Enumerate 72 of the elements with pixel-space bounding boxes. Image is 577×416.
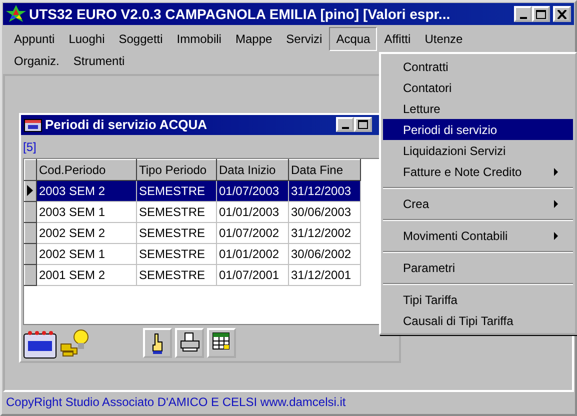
table-cell: 2001 SEM 2 [36,264,136,286]
table-row[interactable]: 2001 SEM 2 SEMESTRE 01/07/2001 31/12/2001 [24,264,360,286]
menu-item[interactable]: Acqua [329,27,378,51]
menu-entry[interactable]: Causali di Tipi Tariffa [383,310,573,331]
menu-item[interactable]: Mappe [228,27,280,51]
column-header[interactable]: Tipo Periodo [136,159,216,180]
minimize-icon [520,16,526,18]
window-title: UTS32 EURO V2.0.3 CAMPAGNOLA EMILIA [pino] [Valori espr... [29,4,452,24]
table-cell: 2003 SEM 1 [36,201,136,222]
menu-item[interactable]: Immobili [170,27,228,51]
table-cell: 31/12/2001 [288,264,360,286]
close-icon [557,10,567,18]
menu-entry[interactable]: Fatture e Note Credito [383,161,573,182]
close-button[interactable] [553,6,571,22]
menu-entry[interactable]: Contratti [383,56,573,77]
maximize-icon [358,120,368,130]
table-row[interactable]: 2002 SEM 2 SEMESTRE 01/07/2002 31/12/2002 [24,222,360,244]
table-row[interactable]: 2003 SEM 2 SEMESTRE 01/07/2003 31/12/2003 [24,180,360,202]
copyright-text: CopyRight Studio Associato D'AMICO E CELSI www.damcelsi.it [6,394,346,411]
menu-item[interactable]: Luoghi [62,27,112,51]
column-header[interactable]: Data Fine [288,159,360,180]
table-cell: 01/07/2002 [216,222,288,244]
table-cell: 2002 SEM 1 [36,243,136,264]
column-header[interactable]: Data Inizio [216,159,288,180]
minimize-button[interactable] [336,117,354,132]
menu-item[interactable]: Servizi [279,27,330,51]
table-button[interactable] [207,328,236,358]
menu-item[interactable]: Affitti [377,27,418,51]
tap-and-bulb-icon [59,328,91,358]
table-cell: 2003 SEM 2 [36,180,136,202]
minimize-icon [342,127,348,130]
table-cell: 31/12/2003 [288,180,360,202]
menu-entry[interactable]: Periodi di servizio [383,119,573,140]
table-cell: 2002 SEM 2 [36,222,136,244]
table-cell: SEMESTRE [136,243,216,264]
table-cell: SEMESTRE [136,222,216,244]
row-pointer-icon [27,185,34,196]
menu-item[interactable]: Appunti [7,27,62,51]
table-cell: 01/01/2003 [216,201,288,222]
table-cell: 01/07/2001 [216,264,288,286]
menu-entry[interactable]: Contatori [383,77,573,98]
hand-button[interactable] [143,328,172,358]
table-cell: 31/12/2002 [288,222,360,244]
menu-entry[interactable]: Movimenti Contabili [383,225,573,246]
column-header[interactable]: Cod.Periodo [36,159,136,180]
maximize-button[interactable] [532,6,550,22]
menu-item[interactable]: Strumenti [66,49,132,73]
menu-entry[interactable]: Letture [383,98,573,119]
star-logo-icon [6,5,26,23]
table-cell: SEMESTRE [136,180,216,202]
menu-entry[interactable]: Liquidazioni Servizi [383,140,573,161]
table-row[interactable]: 2002 SEM 1 SEMESTRE 01/01/2002 30/06/2002 [24,243,360,264]
menu-entry[interactable]: Tipi Tariffa [383,289,573,310]
printer-button[interactable] [175,328,204,358]
calendar-icon [24,118,42,132]
menu-entry[interactable]: Parametri [383,257,573,278]
window-title: Periodi di servizio ACQUA [45,116,208,134]
menu-item[interactable]: Soggetti [112,27,170,51]
menu-entry[interactable]: Crea [383,193,573,214]
maximize-button[interactable] [354,117,372,132]
record-count: [5] [22,140,36,154]
maximize-icon [536,10,546,18]
menu-item[interactable]: Utenze [418,27,470,51]
table-cell: SEMESTRE [136,264,216,286]
table-cell: SEMESTRE [136,201,216,222]
table-cell: 30/06/2003 [288,201,360,222]
table-cell: 01/07/2003 [216,180,288,202]
table-row[interactable]: 2003 SEM 1 SEMESTRE 01/01/2003 30/06/2003 [24,201,360,222]
menu-item[interactable]: Organiz. [7,49,66,73]
table-cell: 01/01/2002 [216,243,288,264]
minimize-button[interactable] [514,6,532,22]
table-cell: 30/06/2002 [288,243,360,264]
